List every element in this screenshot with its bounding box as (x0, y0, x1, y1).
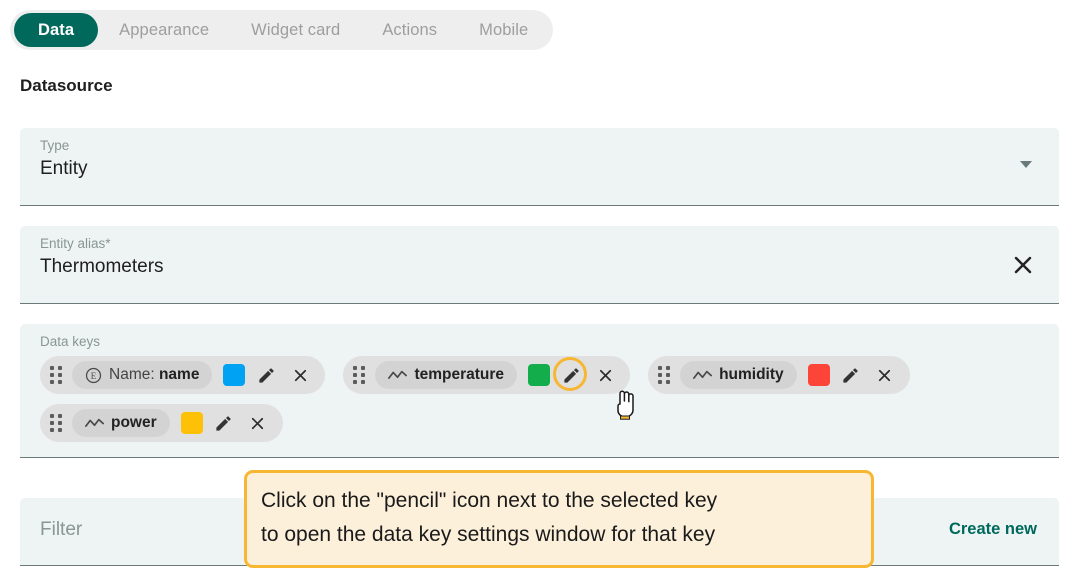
remove-data-key-icon[interactable] (245, 410, 271, 436)
remove-data-key-icon[interactable] (872, 362, 898, 388)
data-key-chip: temperature (343, 356, 631, 394)
chevron-down-icon[interactable] (1020, 161, 1032, 168)
create-new-button[interactable]: Create new (949, 520, 1037, 539)
widget-config-screen: Data Appearance Widget card Actions Mobi… (0, 0, 1079, 587)
callout-line-2: to open the data key settings window for… (261, 523, 716, 546)
pencil-icon[interactable] (838, 362, 864, 388)
drag-handle-icon[interactable] (656, 364, 672, 386)
tab-actions-label: Actions (382, 20, 438, 39)
pencil-icon[interactable] (211, 410, 237, 436)
remove-data-key-icon[interactable] (287, 362, 313, 388)
filter-placeholder: Filter (40, 519, 83, 540)
tab-appearance[interactable]: Appearance (98, 13, 230, 47)
timeseries-icon (388, 368, 408, 383)
clear-entity-alias-icon[interactable] (1009, 251, 1037, 279)
data-key-chip: humidity (648, 356, 910, 394)
page-title: Datasource (20, 76, 113, 95)
remove-data-key-icon[interactable] (592, 362, 618, 388)
tab-data-label: Data (38, 20, 75, 39)
color-swatch[interactable] (180, 412, 203, 434)
color-swatch[interactable] (807, 364, 830, 386)
data-keys-label: Data keys (40, 334, 101, 349)
drag-handle-icon[interactable] (351, 364, 367, 386)
data-key-label: Name: name (109, 366, 200, 383)
data-keys-chip-list: E Name: name temperature humidity power (40, 356, 1045, 442)
callout-line-1: Click on the "pencil" icon next to the s… (261, 489, 718, 512)
tab-data[interactable]: Data (14, 13, 99, 47)
timeseries-icon (693, 368, 713, 383)
drag-handle-icon[interactable] (48, 412, 64, 434)
tab-bar: Data Appearance Widget card Actions Mobi… (10, 10, 554, 50)
pencil-icon[interactable] (553, 357, 588, 391)
data-key-name-button[interactable]: humidity (680, 361, 797, 389)
instruction-callout: Click on the "pencil" icon next to the s… (244, 470, 874, 568)
type-field-label: Type (40, 138, 70, 153)
drag-handle-icon[interactable] (48, 364, 64, 386)
color-swatch[interactable] (528, 364, 551, 386)
tab-widget-card[interactable]: Widget card (230, 13, 361, 47)
tab-appearance-label: Appearance (119, 20, 210, 39)
data-key-label: power (111, 414, 157, 431)
type-field-value: Entity (40, 158, 88, 179)
circled-e-icon: E (85, 367, 102, 384)
entity-alias-label: Entity alias* (40, 236, 111, 251)
tab-actions[interactable]: Actions (361, 13, 458, 47)
data-key-label: humidity (719, 366, 784, 383)
tab-widget-card-label: Widget card (251, 20, 341, 39)
svg-text:E: E (91, 371, 96, 381)
data-key-chip: E Name: name (40, 356, 326, 394)
tab-mobile[interactable]: Mobile (458, 13, 549, 47)
pencil-icon[interactable] (253, 362, 279, 388)
timeseries-icon (85, 416, 104, 431)
data-keys-field: Data keys E Name: name temperature humid… (20, 324, 1059, 458)
color-swatch[interactable] (223, 364, 246, 386)
type-field[interactable]: Type Entity (20, 128, 1059, 206)
data-key-label: temperature (414, 366, 505, 383)
data-key-name-button[interactable]: E Name: name (72, 361, 213, 389)
entity-alias-field[interactable]: Entity alias* Thermometers (20, 226, 1059, 304)
data-key-name-button[interactable]: temperature (375, 361, 518, 389)
entity-alias-value: Thermometers (40, 256, 164, 277)
tab-mobile-label: Mobile (479, 20, 529, 39)
data-key-name-button[interactable]: power (72, 409, 170, 437)
data-key-chip: power (40, 404, 283, 442)
